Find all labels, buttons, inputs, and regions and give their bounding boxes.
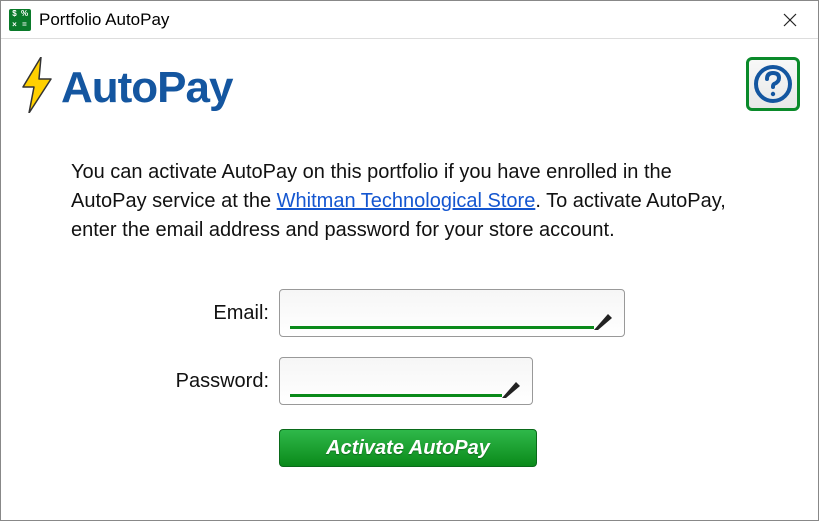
close-button[interactable]: [770, 5, 810, 35]
input-underline: [290, 326, 594, 329]
input-underline: [290, 394, 502, 397]
titlebar: $%×= Portfolio AutoPay: [1, 1, 818, 39]
logo-text: AutoPay: [61, 63, 232, 113]
login-form: Email: Password: Activate AutoPay: [1, 289, 818, 467]
email-field[interactable]: [279, 289, 625, 337]
lightning-bolt-icon: [19, 57, 55, 118]
password-label: Password:: [1, 370, 279, 393]
password-field[interactable]: [279, 357, 533, 405]
email-row: Email:: [1, 289, 818, 337]
window-title: Portfolio AutoPay: [39, 10, 770, 30]
instruction-text: You can activate AutoPay on this portfol…: [1, 118, 818, 245]
activate-button[interactable]: Activate AutoPay: [279, 429, 537, 467]
pencil-tip-icon: [502, 378, 522, 398]
logo: AutoPay: [19, 57, 232, 118]
pencil-tip-icon: [594, 310, 614, 330]
help-button[interactable]: [746, 57, 800, 111]
app-icon: $%×=: [9, 9, 31, 31]
store-link[interactable]: Whitman Technological Store: [277, 190, 536, 212]
help-icon: [753, 64, 793, 104]
button-row: Activate AutoPay: [1, 429, 818, 467]
header: AutoPay: [1, 39, 818, 118]
email-label: Email:: [1, 302, 279, 325]
close-icon: [783, 13, 797, 27]
password-row: Password:: [1, 357, 818, 405]
